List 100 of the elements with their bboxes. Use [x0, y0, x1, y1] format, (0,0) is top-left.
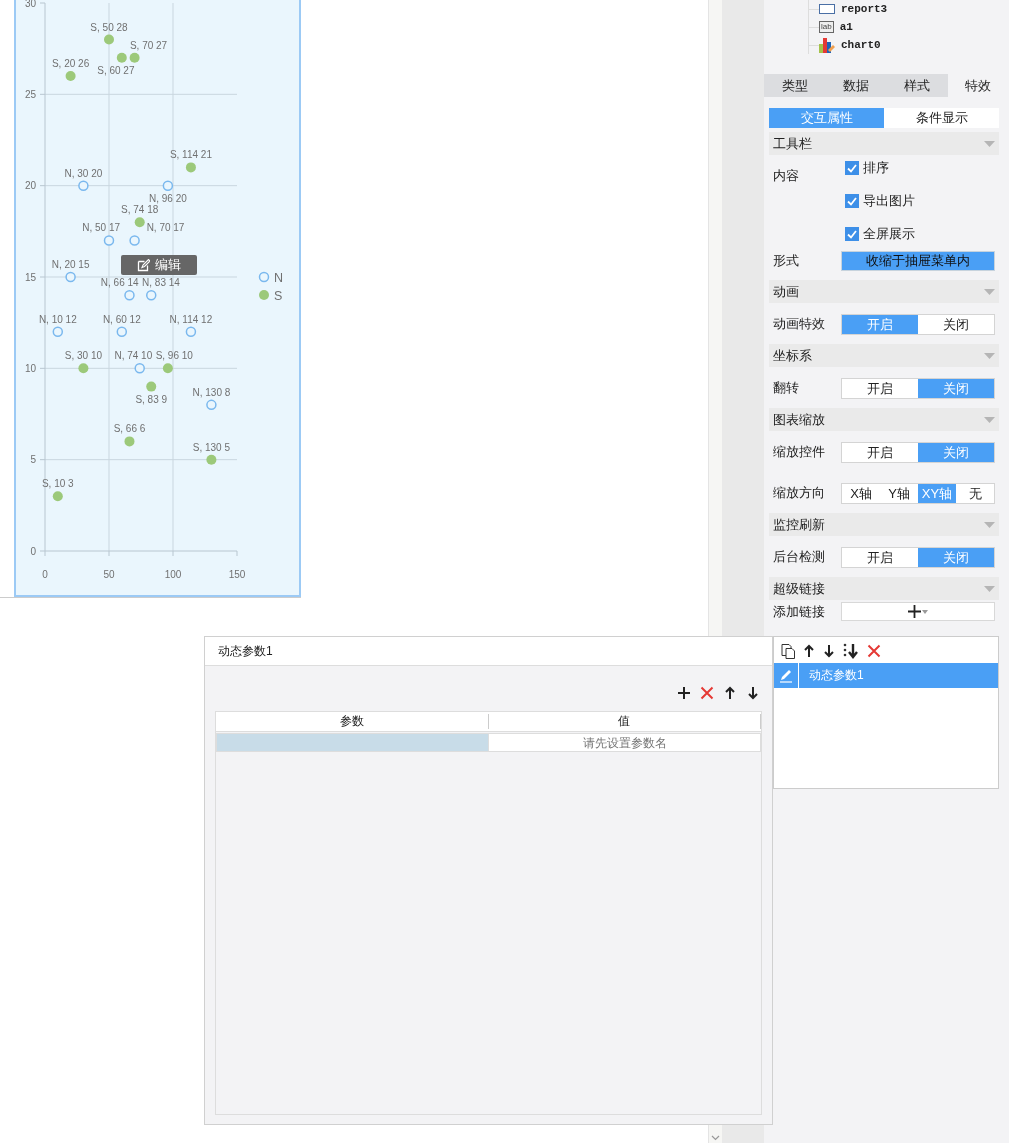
scatter-point	[162, 363, 173, 374]
tree-item[interactable]: a1	[839, 21, 853, 33]
tree-item[interactable]: chart0	[841, 39, 881, 51]
axis-label: 20	[24, 180, 36, 192]
delete-icon[interactable]	[700, 686, 714, 700]
axis-label: 150	[228, 569, 246, 580]
section-title: 监控刷新	[773, 515, 825, 534]
tab[interactable]: 类型	[764, 74, 826, 97]
data-label: S, 66 6	[113, 423, 146, 435]
pencil-icon[interactable]	[779, 668, 793, 683]
section-header[interactable]: 监控刷新	[769, 513, 999, 536]
axis-label: 15	[24, 271, 36, 283]
section-title: 工具栏	[773, 134, 812, 153]
axis-label: 10	[24, 362, 36, 374]
add-link-button[interactable]	[841, 602, 995, 621]
dropdown[interactable]: 收缩于抽屉菜单内	[841, 251, 995, 271]
data-label: N, 66 14	[100, 277, 139, 289]
data-label: N, 30 20	[64, 167, 103, 179]
data-label: N, 130 8	[192, 386, 231, 398]
field-label: 缩放控件	[772, 443, 826, 461]
down-arrow-icon[interactable]	[823, 644, 835, 658]
data-label: S, 83 9	[135, 393, 168, 405]
section-header[interactable]: 超级链接	[769, 577, 999, 600]
checkbox-label: 全屏展示	[863, 225, 915, 243]
scatter-point	[104, 34, 114, 45]
section-header[interactable]: 工具栏	[769, 132, 999, 155]
copy-icon[interactable]	[781, 643, 795, 659]
chart-icon	[819, 37, 835, 53]
field-label: 翻转	[772, 379, 800, 397]
scatter-point	[146, 381, 157, 392]
edit-button[interactable]: 编辑	[121, 255, 197, 275]
plus-icon	[908, 605, 921, 618]
data-label: S, 70 27	[129, 39, 168, 51]
data-label: S, 130 5	[192, 441, 231, 453]
up-arrow-icon[interactable]	[803, 644, 815, 658]
axis-label: 0	[30, 545, 36, 557]
scatter-point	[206, 454, 217, 465]
data-label: N, 96 20	[148, 192, 187, 204]
section-header[interactable]: 坐标系	[769, 344, 999, 367]
scatter-point	[134, 217, 145, 228]
axis-label: 50	[103, 569, 115, 580]
checkbox-label: 导出图片	[863, 192, 915, 210]
collapse-icon[interactable]	[984, 416, 995, 423]
scatter-point	[65, 271, 76, 283]
field-label: 缩放方向	[772, 484, 826, 502]
data-label: S, 20 26	[51, 58, 90, 70]
checkbox[interactable]	[845, 161, 859, 175]
axis-label: 25	[24, 88, 36, 100]
tree-item[interactable]: report3	[841, 3, 888, 15]
checkbox[interactable]	[845, 194, 859, 208]
collapse-icon[interactable]	[984, 140, 995, 147]
axis-label: 5	[30, 454, 36, 466]
tab[interactable]: 特效	[947, 74, 1009, 97]
axis-label: 0	[42, 569, 48, 580]
section-header[interactable]: 图表缩放	[769, 408, 999, 431]
tab[interactable]: 数据	[825, 74, 887, 97]
dialog-title: 动态参数1	[205, 637, 772, 666]
checkbox[interactable]	[845, 227, 859, 241]
delete-icon[interactable]	[867, 644, 881, 658]
move-to-bottom-icon[interactable]	[843, 643, 859, 659]
data-label: N, 70 17	[146, 222, 185, 234]
collapse-icon[interactable]	[984, 288, 995, 295]
collapse-icon[interactable]	[984, 585, 995, 592]
field-label: 添加链接	[772, 603, 826, 621]
add-icon[interactable]	[677, 686, 691, 700]
data-label: S, 74 18	[121, 204, 159, 216]
sub-tab[interactable]: 条件显示	[884, 108, 999, 128]
data-label: N, 10 12	[38, 313, 77, 325]
checkbox-label: 排序	[863, 159, 889, 177]
axis-label: 100	[164, 569, 182, 580]
collapse-icon[interactable]	[984, 521, 995, 528]
data-label: N, 74 10	[114, 350, 153, 362]
caret-icon	[922, 609, 928, 614]
scatter-point	[52, 491, 63, 502]
data-label: S, 10 3	[41, 478, 74, 490]
scatter-point	[78, 363, 89, 374]
data-label: S, 114 21	[169, 149, 212, 161]
collapse-icon[interactable]	[984, 352, 995, 359]
data-label: S, 96 10	[155, 350, 193, 362]
legend-label: S	[274, 288, 283, 303]
scatter-point	[206, 399, 217, 411]
label-icon: lab	[819, 21, 834, 33]
section-title: 超级链接	[773, 579, 825, 598]
scatter-point	[124, 436, 135, 447]
value-field[interactable]: 请先设置参数名	[489, 733, 761, 752]
down-arrow-icon[interactable]	[746, 686, 760, 700]
scroll-down-icon[interactable]	[711, 1135, 720, 1141]
scatter-point	[103, 235, 115, 246]
data-label: N, 20 15	[51, 259, 90, 270]
scatter-point	[129, 52, 140, 63]
scatter-point	[162, 180, 174, 191]
data-label: S, 50 28	[90, 21, 128, 33]
section-title: 动画	[773, 282, 799, 301]
data-label: S, 60 27	[97, 64, 135, 76]
table-cell[interactable]	[216, 733, 489, 752]
section-header[interactable]: 动画	[769, 280, 999, 303]
column-header: 值	[488, 714, 761, 729]
tab[interactable]: 样式	[886, 74, 948, 97]
scatter-point	[185, 326, 197, 338]
up-arrow-icon[interactable]	[723, 686, 737, 700]
